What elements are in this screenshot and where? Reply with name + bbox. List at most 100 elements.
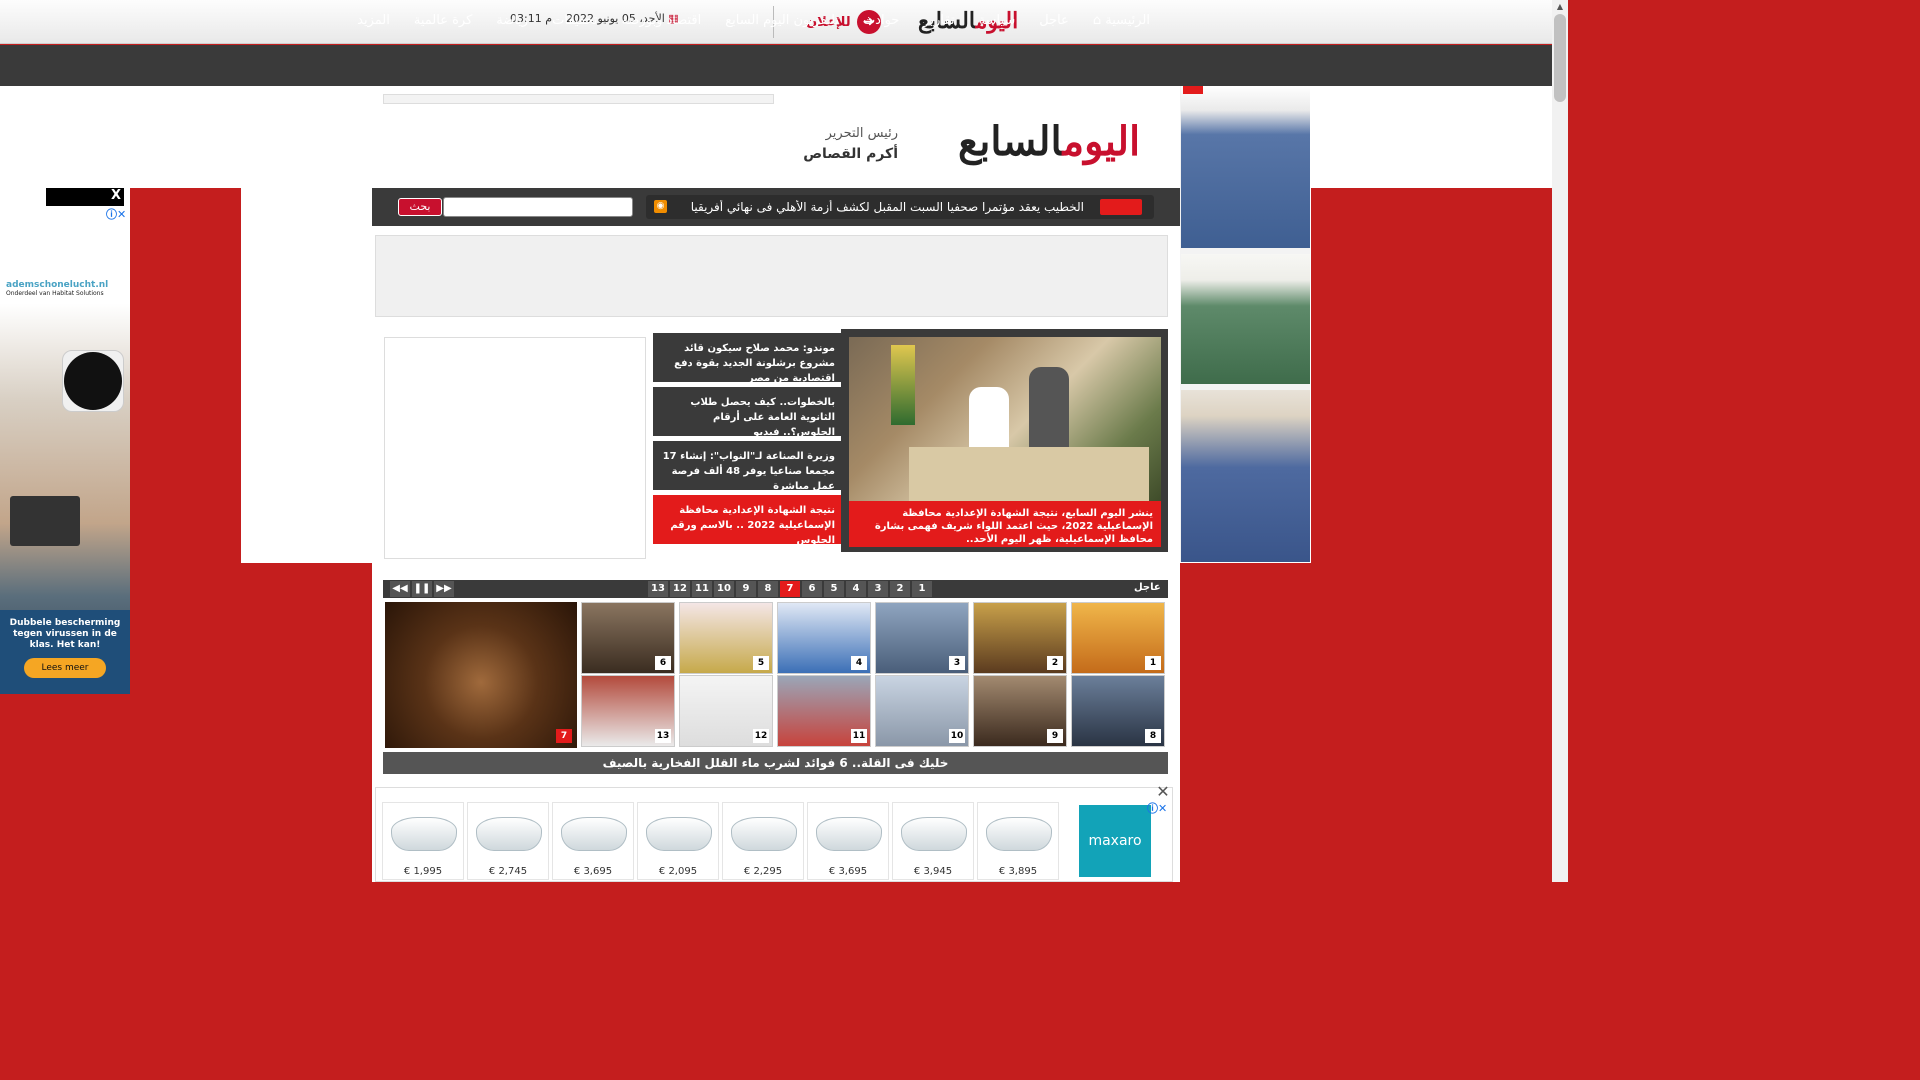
speaker-image [62,350,124,412]
product-card[interactable]: € 2,095 [637,802,719,880]
prev-icon[interactable]: ◀◀ [390,581,410,597]
dress-image[interactable] [1181,86,1310,248]
news-thumbnail[interactable]: 12 [679,675,773,747]
bathtub-image [986,817,1052,851]
featured-caption[interactable]: ينشر اليوم السابع، نتيجة الشهادة الإعداد… [849,501,1161,547]
pause-icon[interactable]: ❚❚ [412,581,432,597]
nav-item[interactable]: عاجل [1039,13,1069,28]
bathtub-image [646,817,712,851]
news-thumbnail[interactable]: 6 [581,602,675,674]
nav-item[interactable]: اقتصاد وبورصة [621,13,701,28]
left-ad-brand: ademschonelucht.nl Onderdeel van Habitat… [6,280,109,297]
big-thumbnail[interactable]: 7 [385,602,577,748]
nav-item[interactable]: رياضة [496,13,528,28]
nav-item[interactable]: تحقيقات [552,13,597,28]
news-thumbnail[interactable]: 4 [777,602,871,674]
product-price: € 2,295 [743,866,783,877]
nav-items: ⌂ الرئيسية عاجل سياسة تقارير حوادث تليفزيون ا… [357,0,1150,41]
editor-in-chief: رئيس التحرير أكرم القصاص [803,126,898,162]
nav-item[interactable]: سياسة [979,13,1016,28]
pager-item[interactable]: 13 [648,581,668,597]
pager-item[interactable]: 3 [868,581,888,597]
dress-image[interactable] [1181,390,1310,562]
pager-item[interactable]: 1 [912,581,932,597]
nav-item[interactable]: حوادث [863,13,899,28]
maxaro-logo[interactable]: maxaro [1079,805,1151,877]
ticker-headline[interactable]: الخطيب يعقد مؤتمرا صحفيا السبت المقبل لك… [680,200,1084,214]
side-news-item[interactable]: بالخطوات.. كيف يحصل طلاب الثانوية العامة… [653,387,841,438]
news-thumbnail[interactable]: 11 [777,675,871,747]
bathtub-image [391,817,457,851]
site-logo[interactable]: اليومالسابع [958,118,1140,165]
pager-item[interactable]: 9 [736,581,756,597]
scroll-up-icon[interactable]: ▲ [1552,0,1568,14]
nav-item[interactable]: ⌂ الرئيسية [1093,13,1150,28]
left-ad-cta[interactable]: Lees meer [24,658,106,678]
nav-item[interactable]: تقارير [923,13,954,28]
pager-item[interactable]: 4 [846,581,866,597]
thumbnail-number: 11 [851,729,867,743]
news-thumbnail[interactable]: 13 [581,675,675,747]
thumbnail-number: 6 [655,656,671,670]
adchoices-icon[interactable]: ⓘ✕ [1147,800,1167,816]
bathtub-image [816,817,882,851]
news-thumbnail[interactable]: 1 [1071,602,1165,674]
pager-item[interactable]: 11 [692,581,712,597]
side-news-item[interactable]: وزيرة الصناعة لـ"النواب": إنشاء 17 مجمعا… [653,441,841,492]
pager-item[interactable]: 5 [824,581,844,597]
search-input[interactable] [443,197,633,217]
left-ad-close[interactable]: X [111,188,121,203]
pager-item[interactable]: 8 [758,581,778,597]
product-price: € 1,995 [403,866,443,877]
scrollbar[interactable] [1552,0,1568,882]
search-button[interactable]: بحث [398,198,442,216]
pager-controls: ◀◀ ❚❚ ▶▶ [390,581,454,597]
news-thumbnail[interactable]: 2 [973,602,1067,674]
featured-image[interactable] [849,337,1161,501]
news-thumbnail[interactable]: 10 [875,675,969,747]
product-card[interactable]: € 3,895 [977,802,1059,880]
editor-name: أكرم القصاص [803,146,898,162]
thumbnail-number: 2 [1047,656,1063,670]
laptop-image [10,496,80,546]
pager-item[interactable]: 2 [890,581,910,597]
dress-image[interactable] [1181,254,1310,384]
scroll-thumb[interactable] [1554,14,1566,102]
product-card[interactable]: € 3,695 [807,802,889,880]
news-thumbnail[interactable]: 8 [1071,675,1165,747]
thumbnail-number: 9 [1047,729,1063,743]
nav-item[interactable]: تليفزيون اليوم السابع [725,13,839,28]
product-card[interactable]: € 3,695 [552,802,634,880]
home-icon: ⌂ [1092,13,1106,28]
thumbnail-number: 3 [949,656,965,670]
product-card[interactable]: € 2,295 [722,802,804,880]
thumbnail-number: 1 [1145,656,1161,670]
urgent-label: عاجل [1134,582,1161,593]
urgent-caption[interactable]: خليك فى القلة.. 6 فوائد لشرب ماء القلل ا… [383,752,1168,774]
news-thumbnail[interactable]: 3 [875,602,969,674]
next-icon[interactable]: ▶▶ [434,581,454,597]
product-price: € 3,695 [573,866,613,877]
news-thumbnail[interactable]: 5 [679,602,773,674]
nav-item[interactable]: المزيد [357,13,390,28]
bathtub-image [901,817,967,851]
pager-item[interactable]: 7 [780,581,800,597]
pager-item[interactable]: 6 [802,581,822,597]
adchoices-icon[interactable]: ⓘ✕ [106,206,126,222]
product-card[interactable]: € 1,995 [382,802,464,880]
nav-item[interactable]: كرة عالمية [414,13,472,28]
side-news-item[interactable]: نتيجة الشهادة الإعدادية محافظة الإسماعيل… [653,495,841,546]
ticker-badge [1100,199,1142,215]
product-card[interactable]: € 2,745 [467,802,549,880]
pager-item[interactable]: 12 [670,581,690,597]
pager-item[interactable]: 10 [714,581,734,597]
ad-banner [375,235,1168,317]
bathtub-image [561,817,627,851]
rss-icon[interactable]: ◉ [654,200,667,213]
close-icon[interactable]: ✕ [1154,783,1172,801]
side-news-item[interactable]: موندو: محمد صلاح سيكون قائد مشروع برشلون… [653,333,841,384]
news-thumbnail[interactable]: 9 [973,675,1067,747]
left-ad[interactable]: ⓘ✕ ademschonelucht.nl Onderdeel van Habi… [0,206,130,694]
product-card[interactable]: € 3,945 [892,802,974,880]
thumbnail-number: 5 [753,656,769,670]
